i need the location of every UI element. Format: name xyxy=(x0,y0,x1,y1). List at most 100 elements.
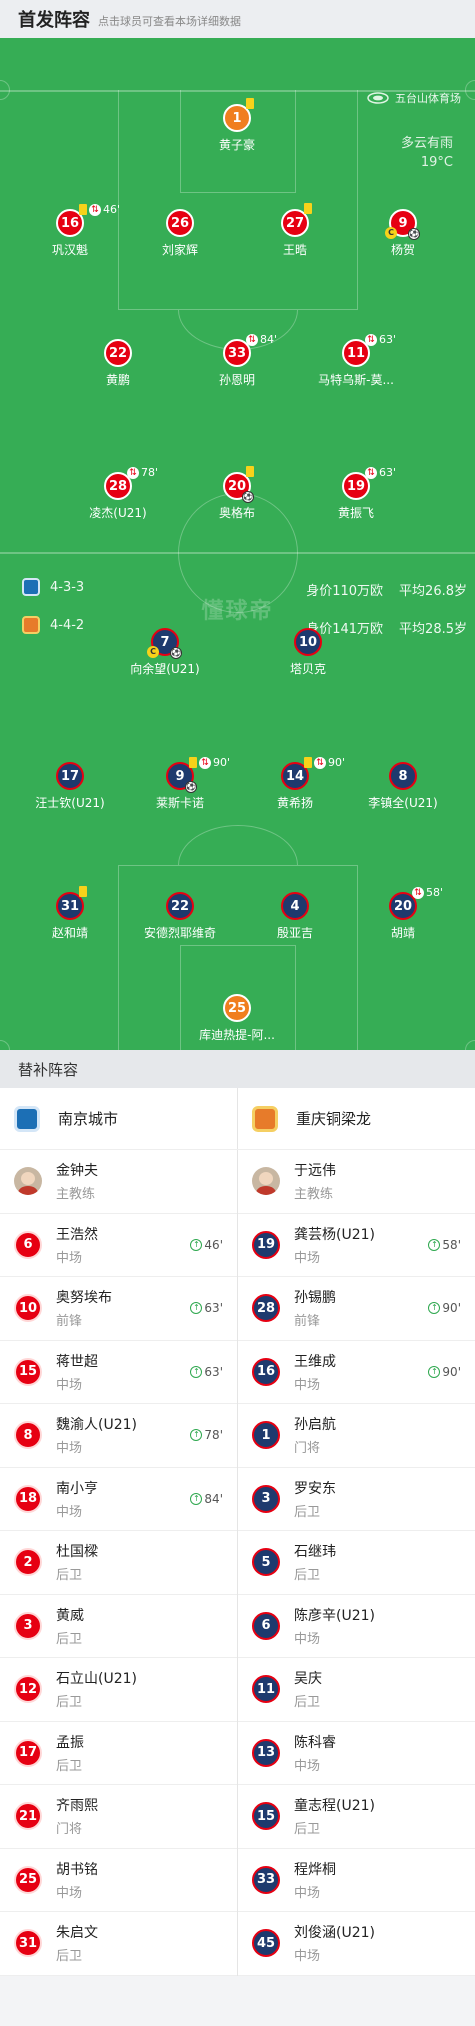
away-player[interactable]: 9 ⚽ ⇅ 90' 莱斯卡诺 xyxy=(125,756,235,811)
substitution-icon: ⇅ xyxy=(127,466,139,479)
away-sub-row[interactable]: 3 罗安东 后卫 xyxy=(238,1468,475,1531)
player-position: 前锋 xyxy=(56,1314,83,1330)
sub-in-time: 46' xyxy=(204,1237,223,1252)
jersey-number: 7 xyxy=(160,634,170,650)
home-player[interactable]: 19 ⇅ 63' 黄振飞 xyxy=(301,466,411,521)
player-name: 石继玮 xyxy=(294,1544,336,1561)
jersey-number-badge: 19 xyxy=(252,1230,280,1259)
away-sub-row[interactable]: 45 刘俊涵(U21) 中场 xyxy=(238,1912,475,1976)
sub-in-minute: ↑ 58' xyxy=(428,1238,461,1252)
home-sub-row[interactable]: 17 孟振 后卫 xyxy=(0,1722,237,1785)
jersey-number: 11 xyxy=(346,345,366,361)
yellow-card-icon xyxy=(189,757,197,768)
away-sub-row[interactable]: 1 孙启航 门将 xyxy=(238,1404,475,1468)
home-coach-row[interactable]: 金钟夫 主教练 xyxy=(0,1150,237,1214)
home-sub-row[interactable]: 18 南小亨 中场 ↑ 84' xyxy=(0,1468,237,1531)
player-position: 后卫 xyxy=(56,1758,83,1774)
player-info: 王浩然 中场 xyxy=(56,1224,98,1266)
jersey-number-badge: 28 xyxy=(252,1294,280,1323)
away-sub-row[interactable]: 33 程烨桐 中场 xyxy=(238,1849,475,1912)
jersey-number-badge: 21 xyxy=(14,1802,42,1831)
jersey-number: 26 xyxy=(170,215,190,231)
subs-header: 替补阵容 xyxy=(0,1050,475,1088)
home-player[interactable]: 11 ⇅ 63' 马特乌斯-莫... xyxy=(301,333,411,388)
home-sub-row[interactable]: 25 胡书铭 中场 xyxy=(0,1849,237,1912)
player-position: 后卫 xyxy=(56,1695,83,1711)
player-events: ⇅ 78' xyxy=(127,466,158,479)
player-name: 黄子豪 xyxy=(218,138,255,152)
player-name: 殷亚吉 xyxy=(276,926,313,940)
away-player[interactable]: 4 殷亚吉 xyxy=(240,892,350,941)
player-info: 孙锡鹏 前锋 xyxy=(294,1287,336,1329)
away-sub-row[interactable]: 5 石继玮 后卫 xyxy=(238,1531,475,1595)
home-player[interactable]: 27 王晧 xyxy=(240,203,350,258)
player-name: 金钟夫 xyxy=(56,1163,98,1180)
home-sub-row[interactable]: 6 王浩然 中场 ↑ 46' xyxy=(0,1214,237,1277)
home-player[interactable]: 22 黄鹏 xyxy=(63,339,173,388)
substitution-minute: 90' xyxy=(328,756,346,769)
away-sub-row[interactable]: 16 王维成 中场 ↑ 90' xyxy=(238,1341,475,1404)
home-player[interactable]: 20 ⚽ 奥格布 xyxy=(182,466,292,521)
substitution-minute: 46' xyxy=(103,203,121,216)
jersey-number-badge: 10 xyxy=(14,1294,42,1323)
away-player[interactable]: 7 C ⚽ 向余望(U21) xyxy=(110,628,220,677)
away-player[interactable]: 31 赵和靖 xyxy=(15,886,125,941)
stadium-icon xyxy=(367,92,389,104)
sub-in-arrow-icon: ↑ xyxy=(190,1238,203,1251)
home-team-name: 南京城市 xyxy=(58,1110,119,1128)
player-name: 南小亨 xyxy=(56,1480,98,1497)
away-player[interactable]: 14 ⇅ 90' 黄希扬 xyxy=(240,756,350,811)
away-player[interactable]: 17 汪士钦(U21) xyxy=(15,762,125,811)
home-player[interactable]: 28 ⇅ 78' 凌杰(U21) xyxy=(63,466,173,521)
substitution-icon: ⇅ xyxy=(365,333,377,346)
home-sub-row[interactable]: 21 齐雨熙 门将 xyxy=(0,1785,237,1849)
home-player[interactable]: 9 C ⚽ 杨贺 xyxy=(348,209,458,258)
away-player[interactable]: 10 塔贝克 xyxy=(253,628,363,677)
player-events xyxy=(246,466,254,477)
substitution-icon: ⇅ xyxy=(314,756,326,769)
away-sub-row[interactable]: 19 龚芸杨(U21) 中场 ↑ 58' xyxy=(238,1214,475,1277)
home-sub-row[interactable]: 8 魏渝人(U21) 中场 ↑ 78' xyxy=(0,1404,237,1468)
away-sub-row[interactable]: 6 陈彦辛(U21) 中场 xyxy=(238,1595,475,1658)
player-events: ⇅ 58' xyxy=(412,886,443,899)
substitution-minute: 90' xyxy=(213,756,231,769)
player-info: 石立山(U21) 后卫 xyxy=(56,1668,137,1710)
player-name: 塔贝克 xyxy=(289,662,326,676)
home-sub-row[interactable]: 2 杜国樑 后卫 xyxy=(0,1531,237,1595)
away-player[interactable]: 20 ⇅ 58' 胡靖 xyxy=(348,886,458,941)
player-name: 孙启航 xyxy=(294,1417,336,1434)
home-player[interactable]: 33 ⇅ 84' 孙恩明 xyxy=(182,333,292,388)
home-sub-row[interactable]: 12 石立山(U21) 后卫 xyxy=(0,1658,237,1722)
away-player[interactable]: 8 李镇全(U21) xyxy=(348,762,458,811)
home-player[interactable]: 1 黄子豪 xyxy=(182,98,292,153)
home-sub-row[interactable]: 3 黄威 后卫 xyxy=(0,1595,237,1658)
player-info: 魏渝人(U21) 中场 xyxy=(56,1414,137,1456)
away-player[interactable]: 22 安德烈耶维奇 xyxy=(125,892,235,941)
away-coach-row[interactable]: 于远伟 主教练 xyxy=(238,1150,475,1214)
player-position: 门将 xyxy=(294,1441,321,1457)
player-name: 童志程(U21) xyxy=(294,1798,375,1815)
player-name: 孟振 xyxy=(56,1734,84,1751)
player-info: 黄威 后卫 xyxy=(56,1605,84,1647)
away-sub-row[interactable]: 15 童志程(U21) 后卫 xyxy=(238,1785,475,1849)
jersey-number-badge: 4 xyxy=(281,892,309,920)
player-events: ⇅ 46' xyxy=(79,203,120,216)
home-sub-row[interactable]: 31 朱启文 后卫 xyxy=(0,1912,237,1976)
player-name: 奥格布 xyxy=(218,506,255,520)
player-info: 程烨桐 中场 xyxy=(294,1859,336,1901)
away-sub-row[interactable]: 13 陈科睿 中场 xyxy=(238,1722,475,1785)
jersey-number-badge: 5 xyxy=(252,1548,280,1577)
sub-in-minute: ↑ 46' xyxy=(190,1238,223,1252)
away-player[interactable]: 25 库迪热提-阿... xyxy=(182,994,292,1043)
home-player[interactable]: 26 刘家辉 xyxy=(125,209,235,258)
away-sub-row[interactable]: 28 孙锡鹏 前锋 ↑ 90' xyxy=(238,1277,475,1341)
home-sub-row[interactable]: 10 奥努埃布 前锋 ↑ 63' xyxy=(0,1277,237,1341)
jersey-number-badge: 33 xyxy=(252,1865,280,1894)
yellow-card-icon xyxy=(246,466,254,477)
jersey-number-badge: 15 xyxy=(252,1802,280,1831)
jersey-number: 22 xyxy=(108,345,128,361)
home-sub-row[interactable]: 15 蒋世超 中场 ↑ 63' xyxy=(0,1341,237,1404)
home-player[interactable]: 16 ⇅ 46' 巩汉魁 xyxy=(15,203,125,258)
jersey-number: 9 xyxy=(398,215,408,231)
away-sub-row[interactable]: 11 吴庆 后卫 xyxy=(238,1658,475,1722)
